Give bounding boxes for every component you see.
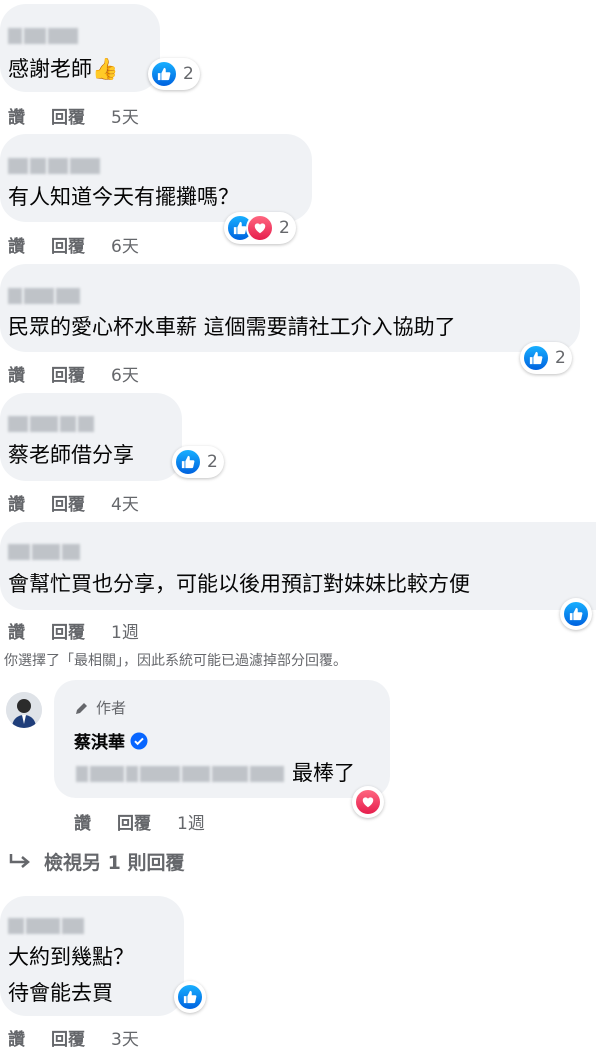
author-badge-label: 作者 xyxy=(96,699,127,717)
reaction-count: 2 xyxy=(207,452,218,472)
like-icon xyxy=(176,983,204,1011)
commenter-name-blurred[interactable] xyxy=(8,416,94,432)
comment-timestamp[interactable]: 5天 xyxy=(111,103,139,128)
comment-text: 蔡老師借分享 xyxy=(8,443,134,467)
comment-timestamp[interactable]: 3天 xyxy=(111,1025,139,1050)
reaction-summary[interactable]: 2 xyxy=(520,342,572,374)
commenter-name-blurred[interactable] xyxy=(8,28,78,44)
commenter-name-blurred[interactable] xyxy=(8,544,80,560)
comment-actions: 讚 回覆 5天 xyxy=(8,103,139,128)
comment-actions: 讚 回覆 3天 xyxy=(8,1025,139,1050)
reaction-count: 2 xyxy=(555,348,566,368)
love-icon xyxy=(354,788,382,816)
reply-text: 最棒了 xyxy=(292,761,355,785)
reaction-summary[interactable]: 2 xyxy=(148,58,200,90)
like-button[interactable]: 讚 xyxy=(8,1025,25,1050)
love-icon xyxy=(246,214,274,242)
filter-notice: 你選擇了「最相關」，因此系統可能已過濾掉部分回覆。 xyxy=(4,653,347,669)
reaction-summary[interactable] xyxy=(174,981,206,1013)
like-button[interactable]: 讚 xyxy=(8,361,25,386)
reply-button[interactable]: 回覆 xyxy=(51,490,85,515)
reaction-summary[interactable]: 2 xyxy=(224,212,296,244)
like-button[interactable]: 讚 xyxy=(74,809,91,834)
reply-timestamp[interactable]: 1週 xyxy=(177,809,205,834)
comment-text-line1: 大約到幾點？ xyxy=(8,945,134,969)
like-icon xyxy=(522,344,550,372)
comment-actions: 讚 回覆 6天 xyxy=(8,361,139,386)
comment-timestamp[interactable]: 1週 xyxy=(111,618,139,643)
reaction-count: 2 xyxy=(183,64,194,84)
like-button[interactable]: 讚 xyxy=(8,232,25,257)
reply-arrow-icon xyxy=(9,853,30,868)
like-button[interactable]: 讚 xyxy=(8,103,25,128)
comment-text: 感謝老師👍 xyxy=(8,57,119,81)
comment-text: 民眾的愛心杯水車薪 這個需要請社工介入協助了 xyxy=(8,315,456,339)
reaction-summary[interactable] xyxy=(352,786,384,818)
blurred-text xyxy=(76,766,284,782)
reply-button[interactable]: 回覆 xyxy=(51,618,85,643)
commenter-name-blurred[interactable] xyxy=(8,158,100,174)
reply-button[interactable]: 回覆 xyxy=(51,1025,85,1050)
view-more-label: 檢視另 1 則回覆 xyxy=(44,852,185,874)
reply-author[interactable]: 蔡淇華 xyxy=(74,728,148,753)
verified-icon xyxy=(130,732,148,749)
reply-button[interactable]: 回覆 xyxy=(51,103,85,128)
like-icon xyxy=(150,60,178,88)
comment-text: 有人知道今天有擺攤嗎？ xyxy=(8,185,239,209)
commenter-name-blurred[interactable] xyxy=(8,288,80,304)
like-icon xyxy=(562,600,590,628)
like-button[interactable]: 讚 xyxy=(8,618,25,643)
reaction-summary[interactable] xyxy=(560,598,592,630)
reply-author-name: 蔡淇華 xyxy=(74,733,125,753)
comment-actions: 讚 回覆 4天 xyxy=(8,490,139,515)
view-more-replies-link[interactable]: 檢視另 1 則回覆 xyxy=(8,848,184,875)
comment-text-line2: 待會能去買 xyxy=(8,981,113,1005)
reaction-summary[interactable]: 2 xyxy=(172,446,224,478)
comment-text: 會幫忙買也分享，可能以後用預訂對妹妹比較方便 xyxy=(8,572,470,596)
comment-actions: 讚 回覆 1週 xyxy=(8,618,139,643)
reply-button[interactable]: 回覆 xyxy=(117,809,151,834)
comment-actions: 讚 回覆 6天 xyxy=(8,232,139,257)
avatar[interactable] xyxy=(6,692,42,728)
pencil-icon xyxy=(76,702,87,714)
comment-timestamp[interactable]: 6天 xyxy=(111,361,139,386)
like-button[interactable]: 讚 xyxy=(8,490,25,515)
reply-button[interactable]: 回覆 xyxy=(51,361,85,386)
reply-actions: 讚 回覆 1週 xyxy=(74,809,205,834)
comment-timestamp[interactable]: 4天 xyxy=(111,490,139,515)
commenter-name-blurred[interactable] xyxy=(8,918,84,934)
reaction-count: 2 xyxy=(279,218,290,238)
comment-timestamp[interactable]: 6天 xyxy=(111,232,139,257)
like-icon xyxy=(174,448,202,476)
author-badge: 作者 xyxy=(74,697,126,718)
reply-button[interactable]: 回覆 xyxy=(51,232,85,257)
